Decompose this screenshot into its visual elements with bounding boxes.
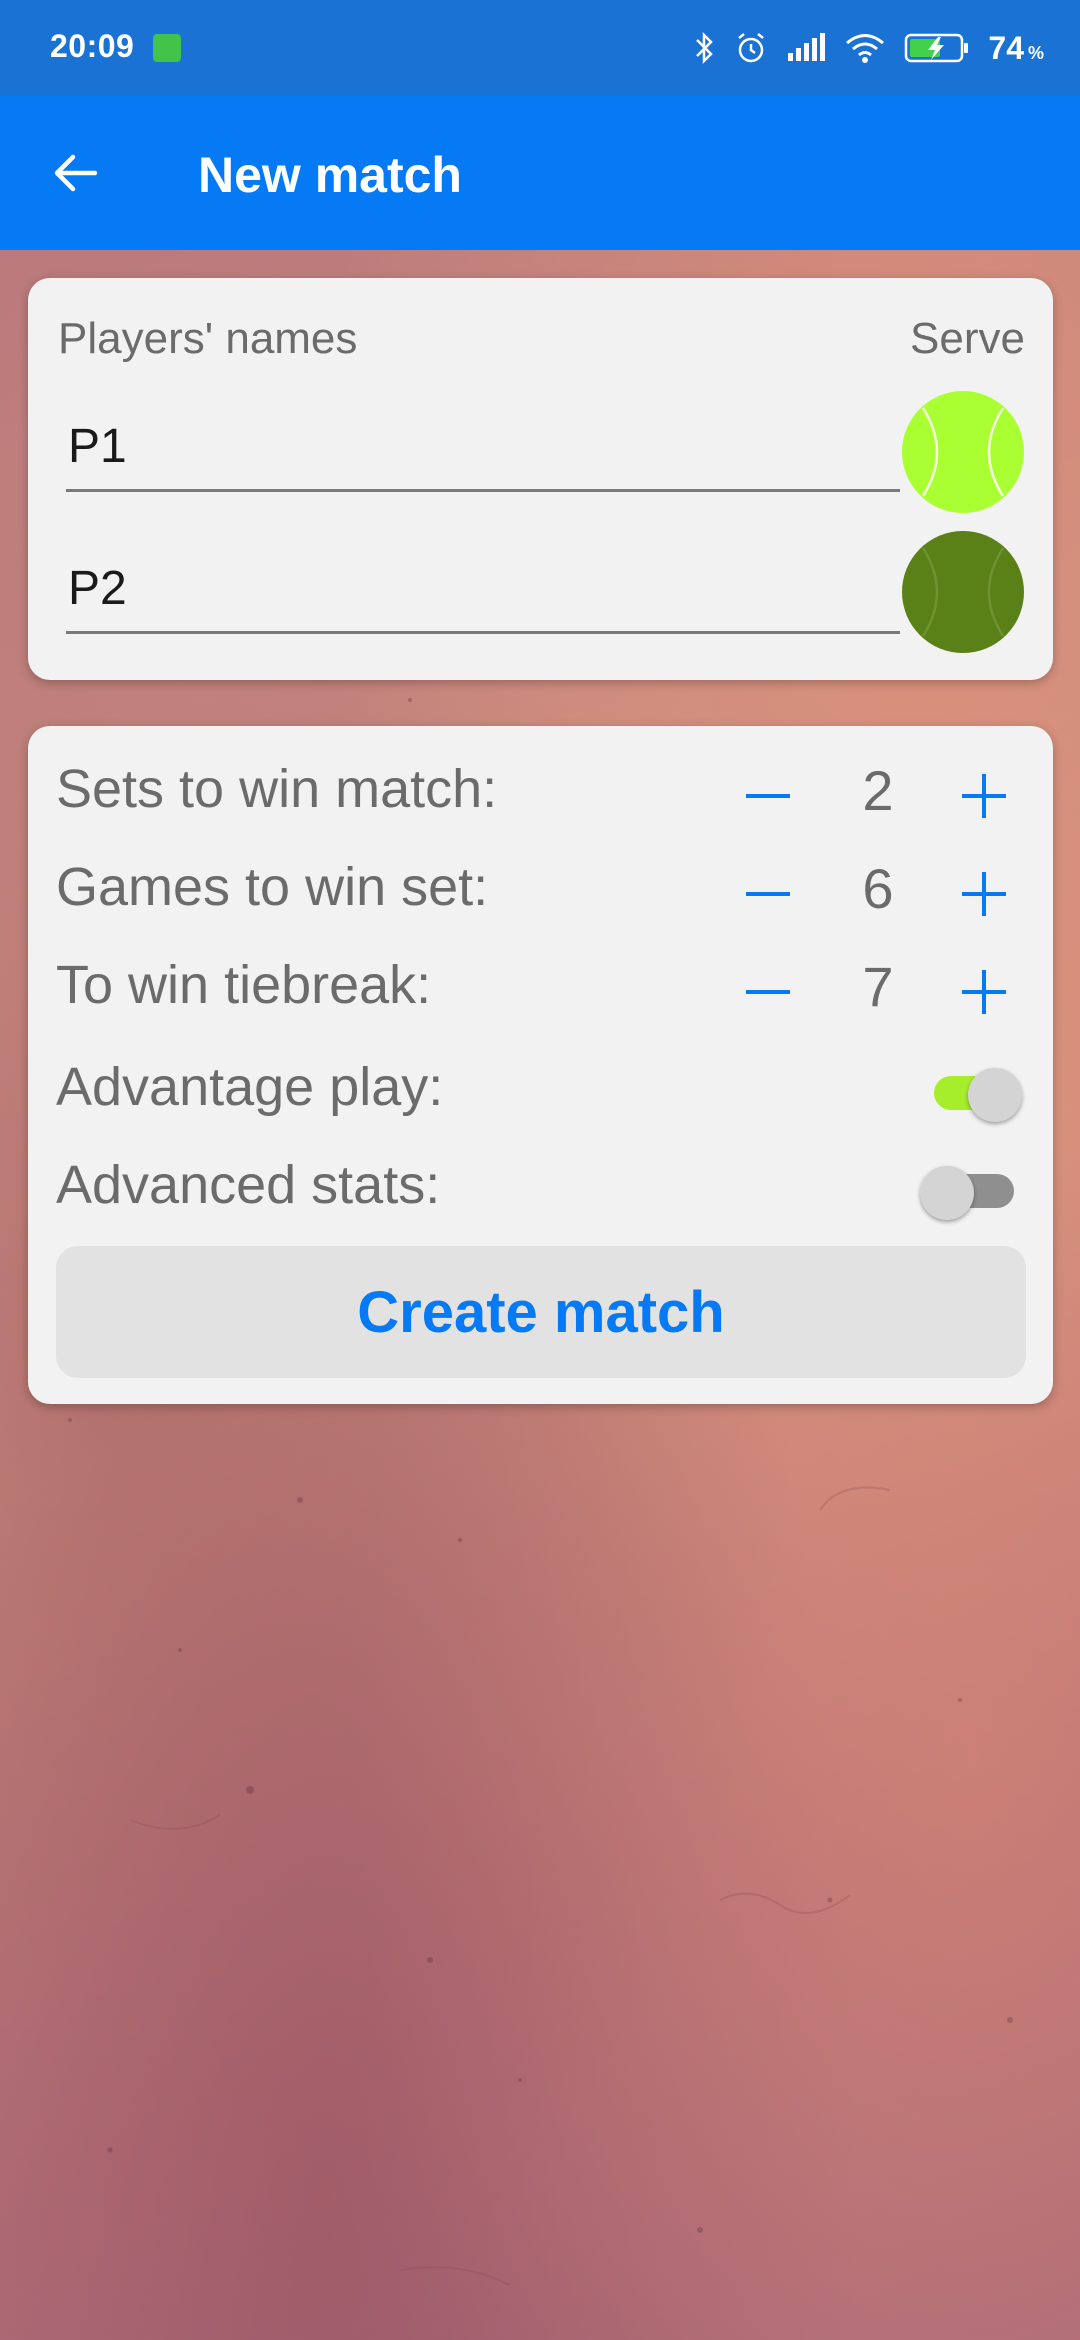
app-bar: New match [0, 96, 1080, 250]
player2-name-field[interactable] [66, 554, 900, 634]
status-icons: 74% [694, 24, 1044, 72]
player1-name-field[interactable] [66, 412, 900, 492]
bluetooth-icon [696, 31, 714, 65]
battery-percentage: 74% [988, 29, 1044, 66]
status-time: 20:09 [50, 28, 135, 64]
toggle-thumb [920, 1166, 974, 1220]
app-notification-icon [153, 34, 181, 62]
minus-icon [746, 892, 790, 896]
arrow-left-icon [54, 154, 98, 192]
tiebreak-value: 7 [862, 955, 894, 1018]
sets-to-win-label: Sets to win match: [56, 759, 498, 819]
toggle-thumb [968, 1068, 1022, 1122]
games-decrement-button[interactable] [728, 854, 808, 934]
advanced-stats-toggle[interactable] [908, 1154, 1014, 1220]
advantage-play-toggle[interactable] [928, 1056, 1022, 1122]
sets-to-win-value: 2 [862, 759, 894, 822]
page-title: New match [198, 147, 462, 203]
player2-serve-ball-icon[interactable] [901, 530, 1025, 654]
minus-icon [746, 794, 790, 798]
sets-increment-button[interactable] [944, 756, 1024, 836]
status-bar: 20:09 74 % [0, 0, 1080, 96]
advantage-play-label: Advantage play: [56, 1057, 444, 1117]
wifi-icon [846, 34, 885, 63]
games-to-win-label: Games to win set: [56, 857, 489, 917]
plus-icon [962, 872, 1006, 916]
plus-icon [962, 970, 1006, 1014]
games-increment-button[interactable] [944, 854, 1024, 934]
back-button[interactable] [30, 136, 120, 210]
screen: 20:09 74 % New match Players' names Serv… [0, 0, 1080, 2340]
player1-serve-ball-icon[interactable] [901, 390, 1025, 514]
tiebreak-label: To win tiebreak: [56, 955, 432, 1015]
battery-charging-icon [905, 33, 969, 63]
players-names-label: Players' names [58, 314, 358, 363]
match-settings-card: Sets to win match: 2 Games to win set: 6… [28, 726, 1053, 1404]
signal-icon [788, 33, 826, 61]
create-match-button[interactable]: Create match [56, 1246, 1026, 1378]
alarm-icon [738, 33, 765, 63]
plus-icon [962, 774, 1006, 818]
tiebreak-increment-button[interactable] [944, 952, 1024, 1032]
advanced-stats-label: Advanced stats: [56, 1155, 441, 1215]
serve-label: Serve [910, 314, 1025, 363]
tiebreak-decrement-button[interactable] [728, 952, 808, 1032]
minus-icon [746, 990, 790, 994]
sets-decrement-button[interactable] [728, 756, 808, 836]
players-card: Players' names Serve [28, 278, 1053, 680]
games-to-win-value: 6 [862, 857, 894, 920]
